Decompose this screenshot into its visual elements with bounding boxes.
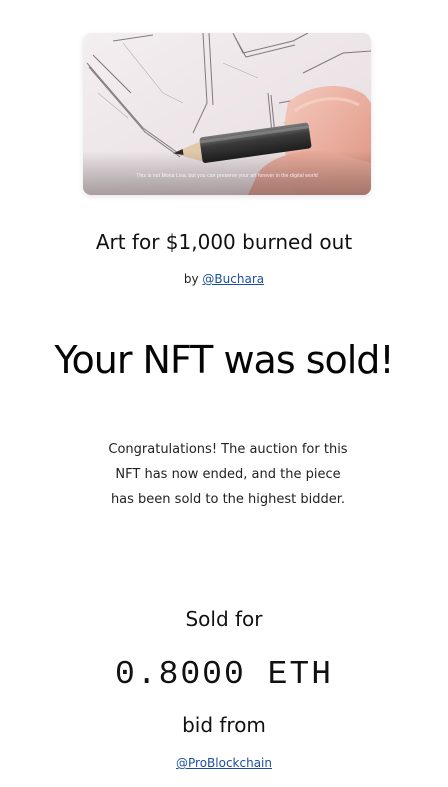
bid-from-label: bid from xyxy=(182,713,266,737)
artist-byline: by @Buchara xyxy=(0,272,448,286)
bidder-byline: @ProBlockchain xyxy=(0,756,448,770)
nft-title: Art for $1,000 burned out xyxy=(95,230,353,254)
nft-sold-page: This is not Mona Lisa, but you can prese… xyxy=(0,0,448,787)
byline-prefix: by xyxy=(183,272,199,286)
sold-for-label: Sold for xyxy=(185,607,263,631)
bidder-link[interactable]: @ProBlockchain xyxy=(176,756,272,770)
pencil-drawing-illustration xyxy=(83,33,371,195)
sold-headline: Your NFT was sold! xyxy=(54,338,394,382)
sale-price: 0.8000 ETH xyxy=(114,656,334,693)
artwork-caption: This is not Mona Lisa, but you can prese… xyxy=(136,173,318,179)
congratulations-message: Congratulations! The auction for this NF… xyxy=(108,442,348,507)
nft-artwork-image: This is not Mona Lisa, but you can prese… xyxy=(83,33,371,195)
artist-link[interactable]: @Buchara xyxy=(202,272,264,286)
